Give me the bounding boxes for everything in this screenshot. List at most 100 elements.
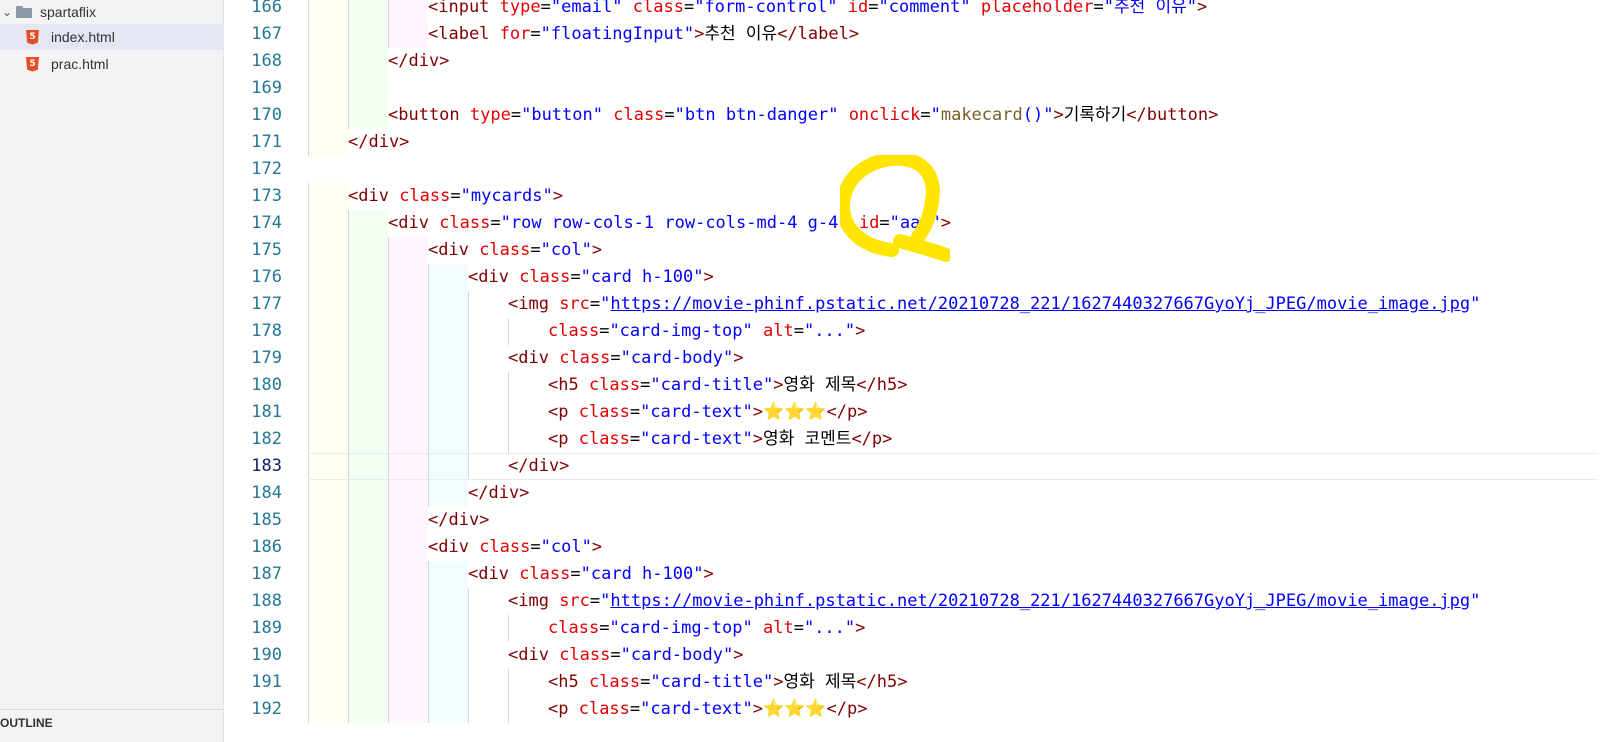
file-index-html[interactable]: 5 index.html [0,24,223,50]
code-token: "card h-100" [580,267,704,287]
indent-guide [308,75,348,102]
code-line[interactable]: 192 <p class="card-text">⭐⭐⭐</p> [224,696,1568,723]
code-text: <div class="row row-cols-1 row-cols-md-4… [388,210,951,237]
indent-guide [468,642,508,669]
code-token: </div> [348,132,410,152]
code-line[interactable]: 169 [224,75,1568,102]
line-number: 171 [251,132,282,152]
code-token: 영화 코멘트 [763,429,852,449]
indent-guide [348,588,388,615]
code-token: = [610,348,621,368]
code-token: </button> [1126,105,1219,125]
line-number: 166 [251,0,282,17]
indent-guide [348,345,388,372]
chevron-down-icon[interactable]: ⌄ [0,5,14,19]
url-link[interactable]: https://movie-phinf.pstatic.net/20210728… [610,294,1470,314]
code-text: <p class="card-text">⭐⭐⭐</p> [548,696,867,723]
code-text: <h5 class="card-title">영화 제목</h5> [548,372,907,399]
code-token: > [752,402,763,422]
indent-guide [428,669,468,696]
code-line[interactable]: 181 <p class="card-text">⭐⭐⭐</p> [224,399,1568,426]
code-token: "..." [803,321,856,341]
outline-section-header[interactable]: OUTLINE [0,709,223,742]
editor-pane[interactable]: 166 <input type="email" class="form-contr… [224,0,1608,742]
code-line[interactable]: 176 <div class="card h-100"> [224,264,1568,291]
code-text: <h5 class="card-title">영화 제목</h5> [548,669,907,696]
code-token: = [599,618,610,638]
code-token: class [613,105,665,125]
code-token: "card-text" [640,699,753,719]
code-token: class [399,186,451,206]
code-token: <div [468,267,520,287]
code-token: src [559,294,590,314]
indent-guide [308,291,348,318]
code-token: > [1196,0,1208,17]
folder-label: spartaflix [40,4,97,20]
code-line[interactable]: 189 class="card-img-top" alt="..."> [224,615,1568,642]
indent-guide [388,291,428,318]
code-line[interactable]: 166 <input type="email" class="form-contr… [224,0,1568,21]
code-line[interactable]: 173 <div class="mycards"> [224,183,1568,210]
code-line[interactable]: 177 <img src="https://movie-phinf.pstatic… [224,291,1568,318]
code-token: class [559,645,611,665]
code-line[interactable]: 186 <div class="col"> [224,534,1568,561]
indent-guide [308,21,348,48]
line-number: 172 [251,159,282,179]
code-token: class [548,321,600,341]
code-token: > [703,267,714,287]
indent-guide [428,345,468,372]
code-token: <img [508,591,560,611]
code-text: <button type="button" class="btn btn-dan… [388,102,1218,129]
code-line[interactable]: 168 </div> [224,48,1568,75]
code-line[interactable]: 178 class="card-img-top" alt="..."> [224,318,1568,345]
code-token: alt [762,321,794,341]
code-line[interactable]: 191 <h5 class="card-title">영화 제목</h5> [224,669,1568,696]
line-number: 175 [251,240,282,260]
line-number: 182 [251,429,282,449]
indent-guide [428,426,468,453]
code-line[interactable]: 180 <h5 class="card-title">영화 제목</h5> [224,372,1568,399]
indent-guide [348,696,388,723]
folder-spartaflix[interactable]: ⌄ spartaflix [0,0,223,25]
code-line[interactable]: 182 <p class="card-text">영화 코멘트</p> [224,426,1568,453]
code-line[interactable]: 190 <div class="card-body"> [224,642,1568,669]
indent-guide [428,399,468,426]
code-token: class [632,0,684,17]
code-token: = [530,240,541,260]
code-token: </p> [826,699,868,719]
code-token: <div [388,213,440,233]
code-token: = [640,375,651,395]
code-token: 기록하기 [1063,105,1127,125]
code-text: <img src="https://movie-phinf.pstatic.ne… [508,291,1480,318]
code-token: <h5 [548,672,589,692]
code-token: <div [428,240,480,260]
code-line[interactable]: 185 </div> [224,507,1568,534]
code-text: <div class="card-body"> [508,345,743,372]
code-line[interactable]: 183 </div> [224,453,1598,480]
file-prac-html[interactable]: 5 prac.html [0,51,223,77]
code-line[interactable]: 187 <div class="card h-100"> [224,561,1568,588]
code-line[interactable]: 175 <div class="col"> [224,237,1568,264]
code-token: "card-title" [650,672,774,692]
code-line[interactable]: 172 [224,156,1568,183]
code-line[interactable]: 179 <div class="card-body"> [224,345,1568,372]
code-token: class [519,267,571,287]
url-link[interactable]: https://movie-phinf.pstatic.net/20210728… [610,591,1470,611]
indent-guide [428,615,468,642]
code-line[interactable]: 170 <button type="button" class="btn btn-… [224,102,1568,129]
code-token: = [629,429,641,449]
code-line[interactable]: 174 <div class="row row-cols-1 row-cols-m… [224,210,1568,237]
code-line[interactable]: 188 <img src="https://movie-phinf.pstatic… [224,588,1568,615]
indent-guide [308,480,348,507]
code-editor-window: ⌄ spartaflix 5 index.html 5 prac.html OU… [0,0,1608,742]
code-token: 추천 이유 [704,24,778,44]
line-number: 183 [251,456,282,476]
code-line[interactable]: 167 <label for="floatingInput">추천 이유</lab… [224,21,1568,48]
indent-guide [348,399,388,426]
code-line[interactable]: 184 </div> [224,480,1568,507]
line-number: 174 [251,213,282,233]
code-line[interactable]: 171 </div> [224,129,1568,156]
code-token: class [548,618,600,638]
code-token: = [450,186,461,206]
